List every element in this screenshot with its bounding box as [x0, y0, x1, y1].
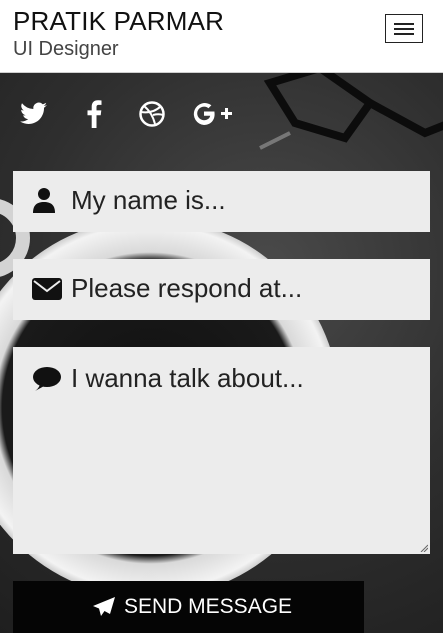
menu-bar — [394, 23, 414, 25]
google-plus-icon — [193, 103, 232, 125]
message-textarea[interactable]: I wanna talk about... — [13, 347, 430, 554]
glasses-image — [259, 73, 443, 150]
email-placeholder[interactable]: Please respond at... — [71, 273, 302, 304]
send-message-label: SEND MESSAGE — [124, 595, 293, 618]
facebook-link[interactable] — [84, 97, 104, 131]
hamburger-menu-button[interactable] — [385, 14, 423, 43]
menu-bar — [394, 33, 414, 35]
facebook-icon — [87, 100, 102, 128]
dribbble-link[interactable] — [137, 97, 167, 131]
user-icon — [33, 188, 55, 213]
comment-icon — [33, 367, 61, 391]
menu-bar — [394, 28, 414, 30]
twitter-link[interactable] — [18, 97, 50, 131]
dribbble-icon — [139, 101, 165, 127]
send-message-button[interactable]: SEND MESSAGE — [13, 581, 364, 633]
email-field[interactable]: Please respond at... — [13, 259, 430, 320]
site-header: PRATIK PARMAR UI Designer — [0, 0, 443, 73]
paper-plane-icon — [93, 597, 115, 616]
resize-handle-icon[interactable] — [420, 544, 428, 552]
site-title[interactable]: PRATIK PARMAR — [13, 6, 224, 36]
google-plus-link[interactable] — [191, 97, 233, 131]
twitter-icon — [20, 102, 47, 124]
contact-section: My name is... Please respond at... I wan… — [0, 73, 443, 633]
envelope-icon — [32, 278, 62, 300]
name-field[interactable]: My name is... — [13, 171, 430, 232]
name-placeholder[interactable]: My name is... — [71, 185, 226, 216]
message-placeholder[interactable]: I wanna talk about... — [71, 363, 304, 394]
site-subtitle: UI Designer — [13, 38, 119, 60]
